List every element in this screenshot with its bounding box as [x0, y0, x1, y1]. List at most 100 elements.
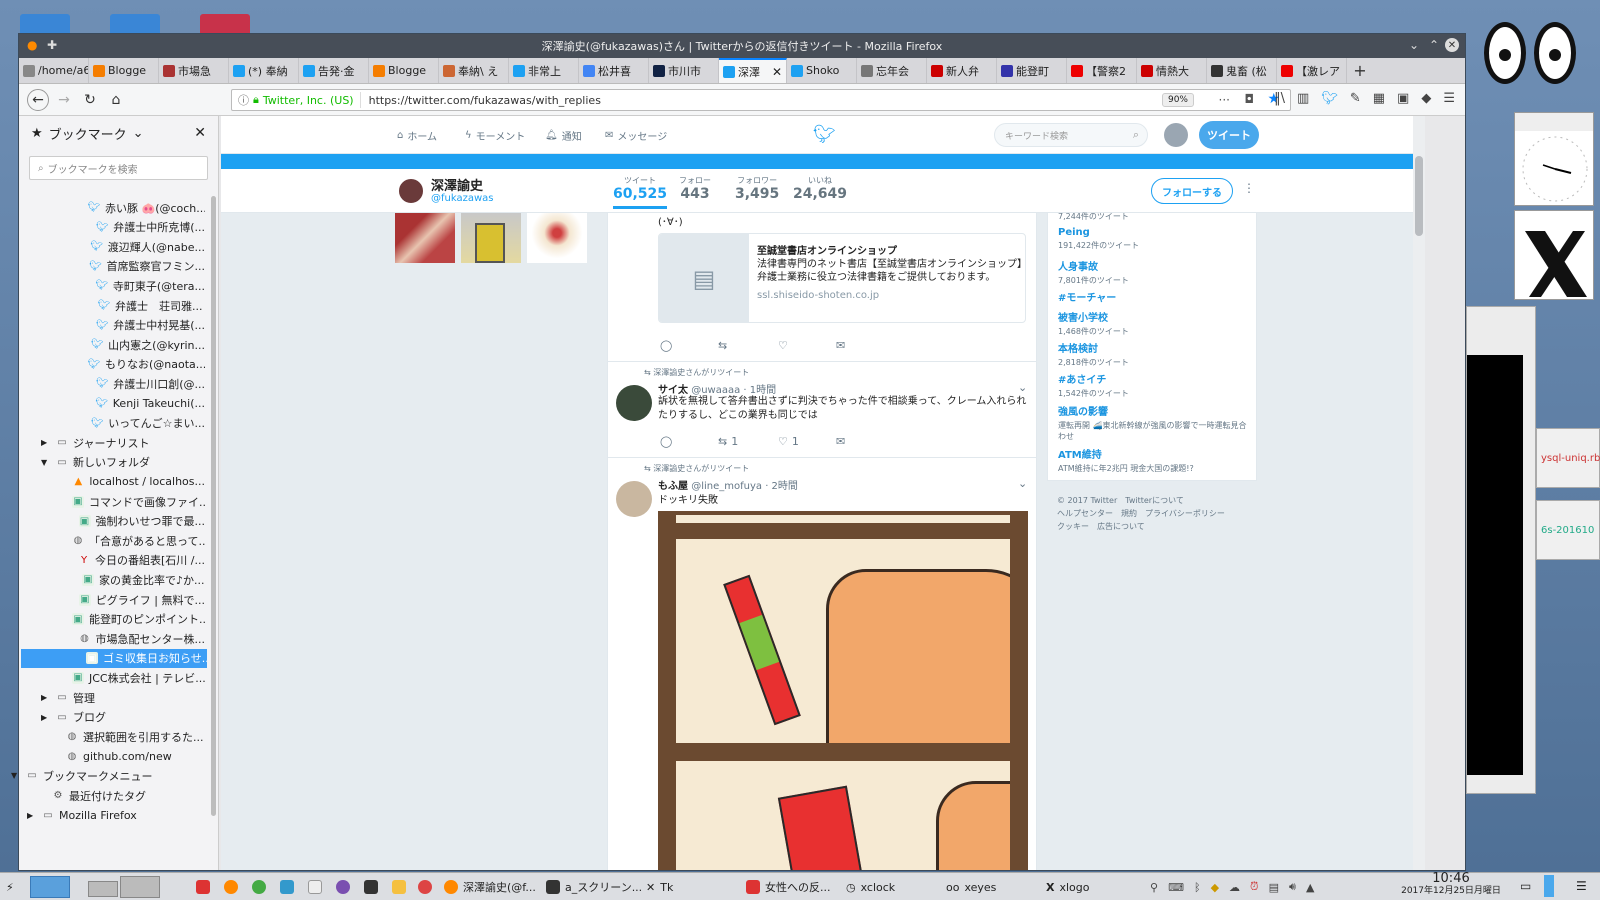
trend-name[interactable]: ATM維持: [1058, 446, 1248, 461]
trend-item[interactable]: Peing 191,422件のツイート: [1058, 227, 1248, 251]
profile-handle[interactable]: @fukazawas: [431, 193, 494, 204]
tab[interactable]: 鬼畜 (松: [1207, 58, 1277, 83]
sidebar-icon[interactable]: ▥: [1297, 91, 1309, 106]
more-options-icon[interactable]: ⋮: [1243, 181, 1255, 195]
bookmark-item[interactable]: 🐦︎ Kenji Takeuchi(...: [83, 394, 205, 413]
keyword-search-input[interactable]: キーワード検索 ⌕: [994, 123, 1148, 147]
bookmark-item[interactable]: 🐦︎ 首席監察官フミン...: [83, 257, 205, 276]
reply-icon[interactable]: ◯: [660, 435, 672, 448]
task-xlogo[interactable]: Xxlogo: [1046, 877, 1090, 897]
bookmark-item[interactable]: ▼ ▭ 新しいフォルダ: [41, 453, 205, 472]
keyboard-icon[interactable]: ⌨: [1168, 881, 1184, 894]
chevron-down-icon[interactable]: ⌄: [1018, 477, 1027, 490]
trend-name[interactable]: 被害小学校: [1058, 309, 1248, 324]
sidebar-header[interactable]: ★ ブックマーク ⌄ ✕: [19, 116, 218, 150]
trend-name[interactable]: #モーチャー: [1058, 289, 1248, 304]
close-sidebar-button[interactable]: ✕: [194, 125, 206, 141]
tweet-item[interactable]: ⇆ 深澤諭史さんがリツイート もふ屋 @line_mofuya · 2時間 ⌄ …: [608, 459, 1036, 870]
task-terminal[interactable]: a_スクリーン...: [546, 877, 642, 897]
volume-icon[interactable]: 🔊︎: [1289, 880, 1296, 894]
terminal-window[interactable]: ysql-uniq.rb: [1536, 428, 1600, 488]
trend-item[interactable]: 被害小学校 1,468件のツイート: [1058, 309, 1248, 337]
task-tk[interactable]: ✕ Tk: [646, 877, 673, 897]
media-thumbnail[interactable]: [461, 213, 521, 263]
nav-messages[interactable]: ✉ メッセージ: [605, 128, 667, 143]
bookmark-search-input[interactable]: ⌕ ブックマークを検索: [29, 156, 208, 180]
tweet-button[interactable]: ツイート: [1199, 121, 1259, 149]
tab[interactable]: 新人弁: [927, 58, 997, 83]
bookmark-item[interactable]: ▼ ▭ ブックマークメニュー: [11, 766, 205, 785]
retweet-icon[interactable]: ⇆: [718, 339, 727, 352]
bookmark-item[interactable]: 🐦︎ 弁護士中所克博(...: [83, 218, 205, 237]
launcher-alarm-icon[interactable]: [418, 877, 432, 897]
page-scrollbar[interactable]: [1413, 116, 1425, 870]
trend-name[interactable]: #あさイチ: [1058, 371, 1248, 386]
profile-avatar[interactable]: [397, 177, 425, 205]
launcher-vivaldi-icon[interactable]: [196, 877, 210, 897]
twisty-icon[interactable]: ▼: [11, 771, 21, 780]
bookmark-item[interactable]: ▣ JCC株式会社 | テレビ...: [67, 668, 205, 687]
show-desktop-icon[interactable]: ▭: [1520, 879, 1531, 893]
extension-icon[interactable]: ▦: [1373, 91, 1385, 106]
xeyes-window[interactable]: [1484, 22, 1588, 84]
update-icon[interactable]: ◆: [1211, 881, 1219, 894]
twisty-icon[interactable]: ▶: [41, 713, 51, 722]
maximize-button[interactable]: ⌃: [1429, 38, 1439, 52]
trend-item[interactable]: ATM維持 ATM維持に年2兆円 現金大国の課題!?: [1058, 446, 1248, 474]
terminal-window[interactable]: 6s-201610: [1536, 500, 1600, 560]
launcher-emacs-icon[interactable]: [336, 877, 350, 897]
xclock-window[interactable]: [1514, 112, 1594, 206]
profile-stat[interactable]: フォロワー 3,495: [735, 175, 779, 202]
retweet-button[interactable]: ⇆ 1: [718, 435, 738, 448]
trend-item[interactable]: 本格検討 2,818件のツイート: [1058, 340, 1248, 368]
bookmark-item[interactable]: 🐦︎ 弁護士川口創(@...: [83, 374, 205, 393]
trend-name[interactable]: Peing: [1058, 227, 1248, 238]
bookmark-item[interactable]: ▣ 強制わいせつ罪で最...: [67, 512, 205, 531]
tab[interactable]: 市場急: [159, 58, 229, 83]
message-icon[interactable]: ✉: [836, 435, 845, 448]
tab[interactable]: 深澤 ✕: [719, 58, 787, 83]
clipboard-icon[interactable]: ▤: [1269, 881, 1279, 894]
twisty-icon[interactable]: ▶: [27, 811, 37, 820]
tab[interactable]: /home/a66: [19, 58, 89, 83]
launcher-editor-icon[interactable]: [308, 877, 322, 897]
library-icon[interactable]: ‖\: [1274, 91, 1285, 106]
bookmark-item[interactable]: ▣ コマンドで画像ファイ...: [67, 492, 205, 511]
footer-line[interactable]: ヘルプセンター 規約 プライバシーポリシー: [1057, 507, 1257, 520]
twisty-icon[interactable]: ▶: [41, 693, 51, 702]
twisty-icon[interactable]: ▶: [41, 438, 51, 447]
more-actions-icon[interactable]: ···: [1219, 93, 1230, 107]
xlogo-window[interactable]: [1514, 210, 1594, 300]
close-tab-icon[interactable]: ✕: [772, 65, 782, 79]
url-bar[interactable]: ⓘ 🔒︎ Twitter, Inc. (US) https://twitter.…: [231, 89, 1291, 111]
close-window-button[interactable]: ✕: [1445, 38, 1459, 52]
workspace-3[interactable]: [120, 876, 160, 898]
account-avatar[interactable]: [1164, 123, 1188, 147]
task-vivaldi[interactable]: 女性への反...: [746, 877, 831, 897]
title-bar[interactable]: ● ✚ 深澤諭史(@fukazawas)さん | Twitterからの返信付きツ…: [19, 34, 1465, 58]
trend-name[interactable]: 強風の影響: [1058, 403, 1248, 418]
tab[interactable]: (*) 奉納: [229, 58, 299, 83]
trend-name[interactable]: 人身事故: [1058, 258, 1248, 273]
cloud-icon[interactable]: ☁: [1229, 881, 1240, 894]
back-button[interactable]: ←: [27, 88, 49, 111]
bookmark-item[interactable]: ▣ ピグライフ | 無料で...: [67, 590, 205, 609]
zoom-indicator[interactable]: 90%: [1161, 93, 1194, 107]
bookmark-item[interactable]: ▣ ゴミ収集日お知らせ...: [21, 648, 207, 668]
like-icon[interactable]: ♡: [778, 339, 788, 352]
background-window[interactable]: [1466, 306, 1536, 794]
tab[interactable]: 市川市: [649, 58, 719, 83]
tab[interactable]: 能登町: [997, 58, 1067, 83]
trend-item[interactable]: #あさイチ 1,542件のツイート: [1058, 371, 1248, 399]
bookmark-item[interactable]: Y 今日の番組表[石川 /...: [67, 551, 205, 570]
menu-icon[interactable]: ☰: [1443, 91, 1455, 106]
launcher-app-icon[interactable]: [280, 877, 294, 897]
workspace-1[interactable]: [30, 876, 70, 898]
alarm-icon[interactable]: ⏰︎: [1250, 880, 1259, 894]
tab[interactable]: Blogge: [369, 58, 439, 83]
bookmark-item[interactable]: ⚙ 最近付けたタグ: [37, 786, 205, 805]
forward-button[interactable]: →: [53, 89, 75, 111]
footer-line[interactable]: © 2017 Twitter Twitterについて: [1057, 494, 1257, 507]
reply-icon[interactable]: ◯: [660, 339, 672, 352]
url-text[interactable]: https://twitter.com/fukazawas/with_repli…: [361, 94, 601, 107]
